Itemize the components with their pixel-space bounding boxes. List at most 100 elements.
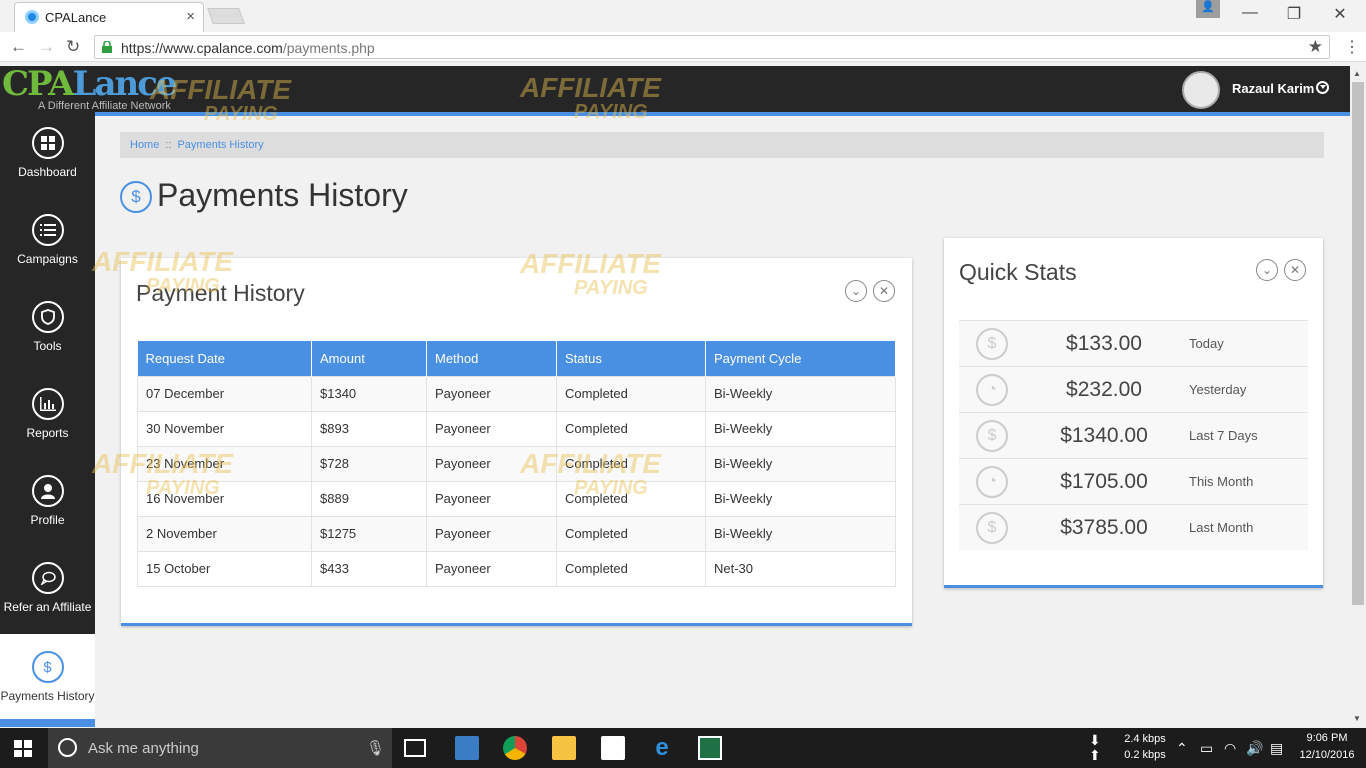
- cell-amount: $1340: [311, 375, 427, 412]
- stat-label: This Month: [1189, 474, 1254, 489]
- table-row: 30 November $893 Payoneer Completed Bi-W…: [137, 410, 896, 447]
- close-window-button[interactable]: ✕: [1320, 4, 1360, 24]
- stat-row-this-month: ◔ $1705.00 This Month: [959, 458, 1308, 504]
- cell-date: 15 October: [137, 550, 312, 587]
- profile-icon[interactable]: 👤: [1196, 0, 1220, 18]
- payment-history-table: Request Date Amount Method Status Paymen…: [137, 341, 896, 587]
- restore-button[interactable]: ❐: [1274, 4, 1314, 24]
- net-down-speed: 2.4 kbps: [1124, 733, 1166, 745]
- table-row: 15 October $433 Payoneer Completed Net-3…: [137, 550, 896, 587]
- sidebar-item-payments-history[interactable]: $ Payments History: [0, 634, 95, 724]
- collapse-icon[interactable]: ⌄: [845, 280, 867, 302]
- cell-cycle: Net-30: [705, 550, 896, 587]
- scrollbar-thumb[interactable]: [1352, 82, 1364, 605]
- camtasia-app-icon[interactable]: [698, 736, 722, 760]
- tab-title: CPALance: [45, 10, 107, 25]
- task-view-icon[interactable]: [404, 739, 426, 757]
- wifi-icon[interactable]: ◠: [1224, 740, 1236, 757]
- cell-method: Payoneer: [426, 445, 557, 482]
- cell-method: Payoneer: [426, 515, 557, 552]
- sidebar: Dashboard Campaigns Tools Reports Profil…: [0, 112, 95, 634]
- stat-value: $3785.00: [1060, 516, 1148, 539]
- file-explorer-icon[interactable]: [552, 736, 576, 760]
- reload-button[interactable]: ↻: [66, 37, 80, 57]
- scroll-up-icon[interactable]: ▲: [1353, 69, 1361, 78]
- sidebar-item-tools[interactable]: Tools: [0, 301, 95, 388]
- chat-icon: [31, 562, 64, 594]
- avatar[interactable]: [1182, 71, 1220, 109]
- sidebar-item-campaigns[interactable]: Campaigns: [0, 214, 95, 301]
- browser-tab[interactable]: CPALance ×: [14, 2, 204, 32]
- url-input[interactable]: https://www.cpalance.com/payments.php ★: [94, 35, 1330, 59]
- tab-close-icon[interactable]: ×: [186, 8, 195, 25]
- user-icon: [31, 475, 64, 507]
- favicon-icon: [25, 10, 39, 24]
- back-button[interactable]: ←: [10, 37, 27, 57]
- cell-status: Completed: [556, 375, 706, 412]
- sidebar-item-reports[interactable]: Reports: [0, 388, 95, 475]
- stat-row-today: $ $133.00 Today: [959, 320, 1308, 366]
- cell-date: 16 November: [137, 480, 312, 517]
- address-bar-row: ← → ↻ https://www.cpalance.com/payments.…: [0, 32, 1366, 62]
- clock-date[interactable]: 12/10/2016: [1294, 749, 1360, 761]
- stat-label: Yesterday: [1189, 382, 1247, 397]
- clock-time[interactable]: 9:06 PM: [1294, 732, 1360, 744]
- stat-label: Last 7 Days: [1189, 428, 1258, 443]
- cell-method: Payoneer: [426, 375, 557, 412]
- breadcrumb-current[interactable]: Payments History: [177, 139, 263, 151]
- minimize-button[interactable]: —: [1230, 4, 1270, 22]
- chrome-app-icon[interactable]: [503, 736, 527, 760]
- column-header[interactable]: Request Date: [137, 341, 312, 376]
- forward-button[interactable]: →: [38, 37, 55, 57]
- panel-title: Quick Stats: [959, 259, 1077, 285]
- sidebar-item-profile[interactable]: Profile: [0, 475, 95, 562]
- payment-history-panel: Payment History ⌄ ✕ Request Date Amount …: [121, 258, 912, 626]
- user-name[interactable]: Razaul Karim: [1232, 81, 1314, 96]
- cell-status: Completed: [556, 445, 706, 482]
- site-logo[interactable]: CPALance: [2, 64, 178, 104]
- net-up-speed: 0.2 kbps: [1124, 749, 1166, 761]
- new-tab-button[interactable]: [207, 8, 245, 24]
- battery-icon[interactable]: ▭: [1200, 740, 1213, 757]
- sidebar-active-indicator: [0, 719, 95, 727]
- cell-amount: $893: [311, 410, 427, 447]
- breadcrumb-home-link[interactable]: Home: [130, 139, 159, 151]
- bookmark-star-icon[interactable]: ★: [1308, 37, 1323, 57]
- browser-menu-icon[interactable]: ⋮: [1344, 37, 1360, 57]
- column-header[interactable]: Status: [556, 341, 706, 376]
- volume-icon[interactable]: 🔊: [1246, 740, 1263, 757]
- logo-cpa: CPA: [2, 64, 75, 104]
- piggy-bank-icon: ◔: [976, 466, 1008, 498]
- edge-app-icon[interactable]: e: [650, 736, 674, 760]
- chevron-up-icon[interactable]: ⌃: [1176, 740, 1188, 757]
- file-manager-app-icon[interactable]: [455, 736, 479, 760]
- collapse-icon[interactable]: ⌄: [1256, 259, 1278, 281]
- windows-start-icon[interactable]: [14, 740, 32, 757]
- cell-date: 23 November: [137, 445, 312, 482]
- column-header[interactable]: Method: [426, 341, 557, 376]
- stat-row-yesterday: ◔ $232.00 Yesterday: [959, 366, 1308, 412]
- cell-amount: $433: [311, 550, 427, 587]
- sidebar-item-dashboard[interactable]: Dashboard: [0, 127, 95, 214]
- column-header[interactable]: Payment Cycle: [705, 341, 896, 376]
- notification-icon[interactable]: ▤: [1270, 740, 1283, 757]
- piggy-bank-icon: ◔: [976, 374, 1008, 406]
- browser-tab-strip: CPALance × 👤 — ❐ ✕: [0, 0, 1366, 32]
- cortana-search-box[interactable]: Ask me anything 🎙: [48, 728, 392, 768]
- table-header-row: Request Date Amount Method Status Paymen…: [137, 341, 896, 376]
- lock-icon: [102, 41, 112, 53]
- close-icon[interactable]: ✕: [873, 280, 895, 302]
- store-app-icon[interactable]: [601, 736, 625, 760]
- sidebar-item-label: Payments History: [0, 689, 95, 703]
- scroll-down-icon[interactable]: ▼: [1353, 714, 1361, 723]
- column-header[interactable]: Amount: [311, 341, 427, 376]
- sidebar-item-label: Dashboard: [18, 165, 77, 179]
- microphone-icon[interactable]: 🎙: [366, 739, 385, 757]
- stat-row-last-7-days: $ $1340.00 Last 7 Days: [959, 412, 1308, 458]
- search-placeholder: Ask me anything: [88, 740, 199, 757]
- table-row: 23 November $728 Payoneer Completed Bi-W…: [137, 445, 896, 482]
- chevron-down-icon[interactable]: [1316, 81, 1329, 94]
- cell-cycle: Bi-Weekly: [705, 375, 896, 412]
- dollar-icon: $: [31, 651, 64, 683]
- close-icon[interactable]: ✕: [1284, 259, 1306, 281]
